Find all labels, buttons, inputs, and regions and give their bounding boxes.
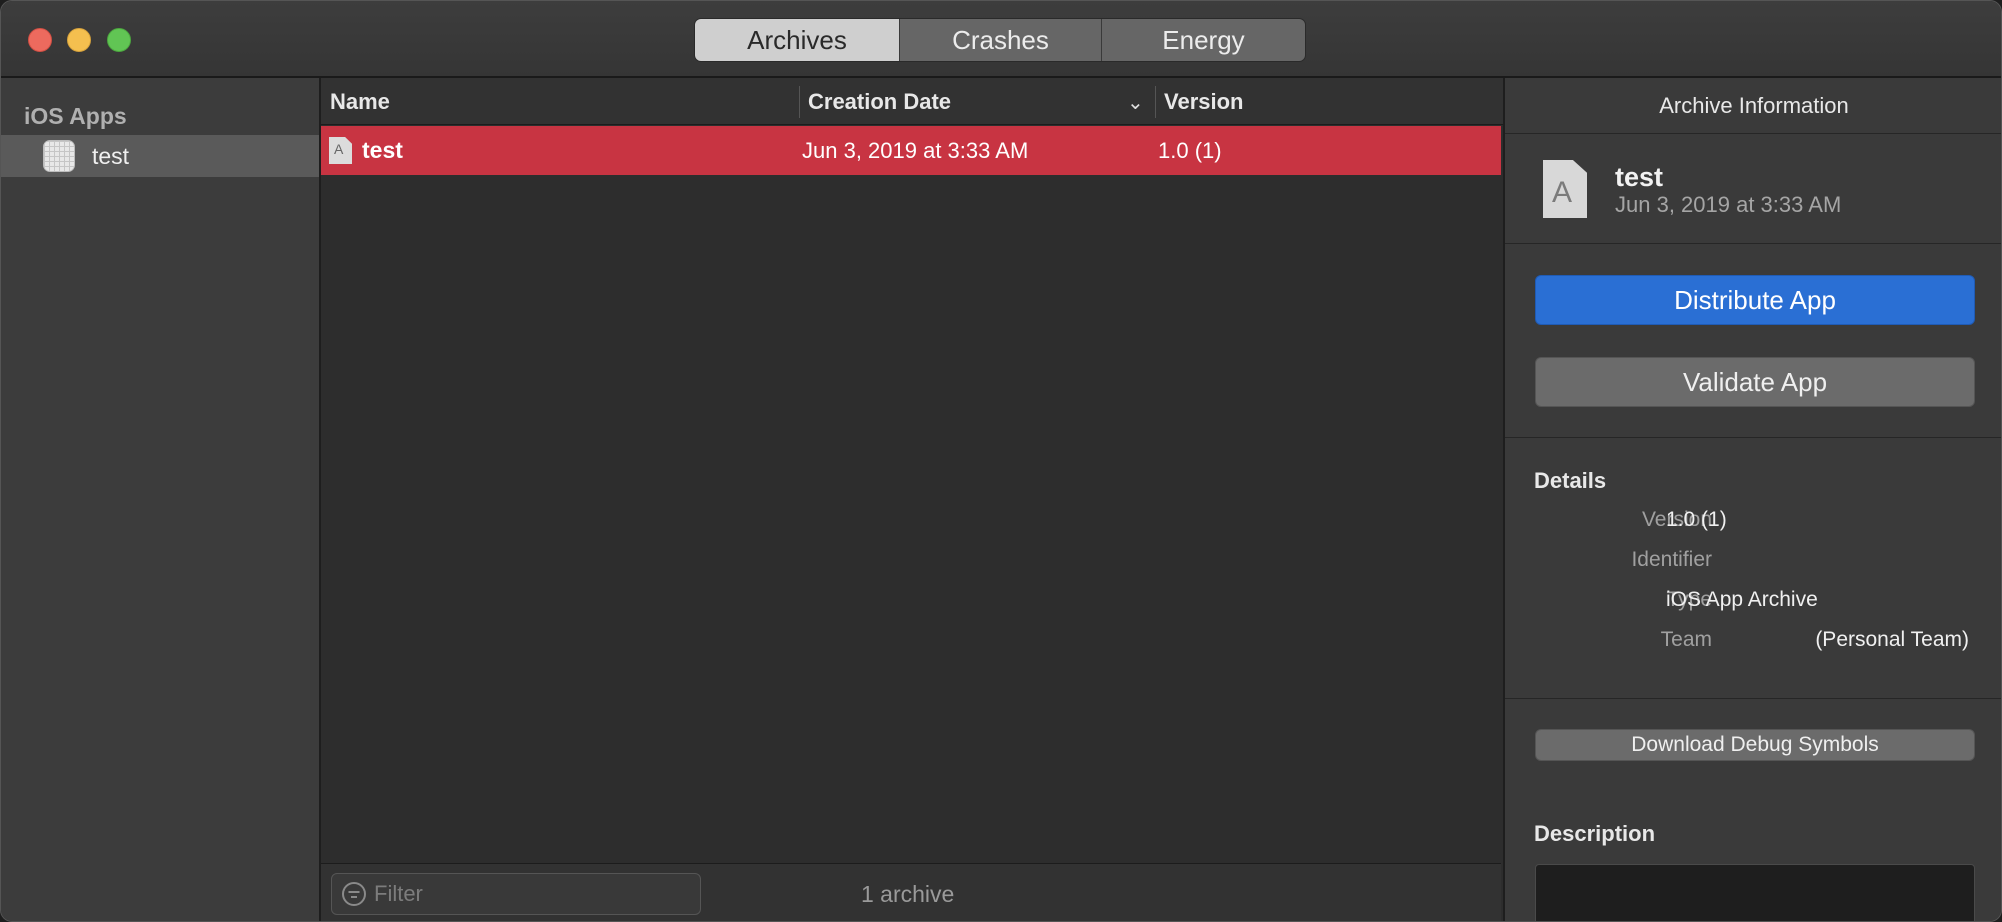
archive-document-icon bbox=[1543, 160, 1587, 218]
tab-archives[interactable]: Archives bbox=[695, 19, 900, 61]
version-value: 1.0 (1) bbox=[1666, 508, 1727, 531]
column-header-creation-date[interactable]: Creation Date bbox=[808, 78, 951, 125]
filter-input[interactable] bbox=[374, 881, 684, 907]
sidebar-item-label: test bbox=[92, 142, 130, 169]
table-header: Name Creation Date ⌄ Version bbox=[321, 78, 1503, 125]
close-window-button[interactable] bbox=[28, 28, 52, 52]
title-bar: Archives Crashes Energy bbox=[1, 1, 2001, 78]
divider bbox=[1505, 437, 2001, 438]
archive-name-cell: test bbox=[362, 137, 403, 163]
archive-count: 1 archive bbox=[861, 880, 955, 907]
archive-date: Jun 3, 2019 at 3:33 AM bbox=[1615, 192, 1842, 217]
minimize-window-button[interactable] bbox=[67, 28, 91, 52]
details-heading: Details bbox=[1534, 468, 1607, 493]
type-value: iOS App Archive bbox=[1666, 588, 1818, 611]
list-footer: 1 archive bbox=[321, 863, 1501, 921]
filter-field[interactable] bbox=[331, 873, 701, 915]
column-header-name[interactable]: Name bbox=[330, 78, 390, 125]
archive-file-icon bbox=[329, 137, 352, 164]
archive-version-cell: 1.0 (1) bbox=[1158, 137, 1222, 163]
inspector-title: Archive Information bbox=[1505, 78, 2001, 134]
team-value: (Personal Team) bbox=[1815, 628, 1969, 651]
download-debug-symbols-button[interactable]: Download Debug Symbols bbox=[1535, 729, 1975, 761]
divider bbox=[1505, 243, 2001, 244]
archive-inspector: Archive Information test Jun 3, 2019 at … bbox=[1503, 78, 2001, 921]
column-divider[interactable] bbox=[1155, 86, 1156, 118]
identifier-label: Identifier bbox=[1631, 548, 1712, 571]
archive-name: test bbox=[1615, 162, 1664, 192]
app-icon bbox=[43, 140, 75, 172]
organizer-window: Archives Crashes Energy iOS Apps test Na… bbox=[0, 0, 2002, 922]
chevron-down-icon[interactable]: ⌄ bbox=[1127, 90, 1144, 115]
sidebar-section-header: iOS Apps bbox=[24, 103, 127, 129]
validate-app-button[interactable]: Validate App bbox=[1535, 357, 1975, 407]
column-divider[interactable] bbox=[799, 86, 800, 118]
tab-energy[interactable]: Energy bbox=[1102, 19, 1305, 61]
sidebar-item-test[interactable]: test bbox=[1, 135, 319, 177]
description-text-area[interactable] bbox=[1535, 864, 1975, 921]
maximize-window-button[interactable] bbox=[107, 28, 131, 52]
archive-date-cell: Jun 3, 2019 at 3:33 AM bbox=[802, 137, 1029, 163]
archive-list: Name Creation Date ⌄ Version test Jun 3,… bbox=[321, 78, 1503, 921]
table-row[interactable]: test Jun 3, 2019 at 3:33 AM 1.0 (1) bbox=[321, 126, 1501, 175]
divider bbox=[1505, 698, 2001, 699]
distribute-app-button[interactable]: Distribute App bbox=[1535, 275, 1975, 325]
tab-crashes[interactable]: Crashes bbox=[900, 19, 1102, 61]
filter-icon bbox=[342, 882, 366, 906]
team-label: Team bbox=[1660, 628, 1712, 651]
sidebar: iOS Apps test bbox=[1, 78, 321, 921]
organizer-tabs: Archives Crashes Energy bbox=[694, 18, 1306, 62]
column-header-version[interactable]: Version bbox=[1164, 78, 1243, 125]
description-heading: Description bbox=[1534, 821, 1656, 846]
